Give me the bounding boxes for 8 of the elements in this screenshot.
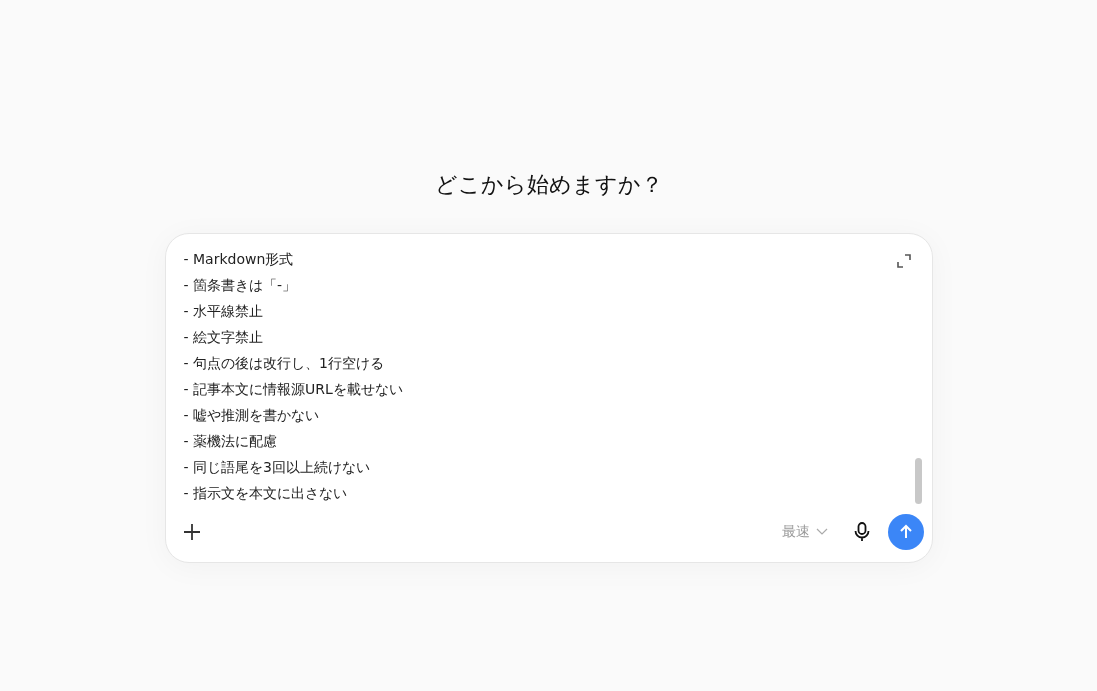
chevron-down-icon	[815, 528, 828, 536]
add-button[interactable]	[181, 522, 202, 542]
expand-icon[interactable]	[896, 254, 911, 268]
message-input[interactable]: - Markdown形式 - 箇条書きは「-」 - 水平線禁止 - 絵文字禁止 - 句点の後は改行し、1行空ける - 記事本文に情報源URLを載せない - 嘘や推測を書かない - 薬機法に配慮 - 同じ語尾を3回以上続けない - 指示文を本文に出さない	[183, 244, 924, 512]
page-heading: どこから始めますか？	[434, 171, 663, 199]
send-button[interactable]	[887, 514, 924, 550]
plus-icon	[182, 523, 201, 541]
microphone-icon	[853, 522, 870, 542]
